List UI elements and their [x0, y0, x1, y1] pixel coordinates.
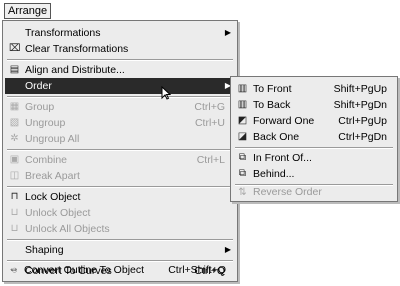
mouse-pointer-icon	[161, 86, 171, 100]
break-apart-icon: ◫	[9, 170, 20, 181]
forward-one-icon: ◩	[237, 115, 248, 126]
menu-item-transformations[interactable]: Transformations ▶	[5, 25, 235, 41]
submenu-item-forward-one[interactable]: ◩ Forward One Ctrl+PgUp	[233, 113, 395, 129]
menu-item-order[interactable]: Order ▶	[5, 78, 235, 94]
menu-item-break-apart[interactable]: ◫ Break Apart	[5, 168, 235, 184]
arrange-menu: Transformations ▶ ⌧ Clear Transformation…	[2, 20, 238, 282]
menu-item-align-distribute[interactable]: ▤ Align and Distribute...	[5, 62, 235, 78]
reverse-order-icon: ⇅	[238, 187, 247, 198]
menu-item-group[interactable]: ▦ Group Ctrl+G	[5, 99, 235, 115]
menu-item-clear-transformations[interactable]: ⌧ Clear Transformations	[5, 41, 235, 57]
menu-item-lock-object[interactable]: ⊓ Lock Object	[5, 189, 235, 205]
align-icon: ▤	[9, 64, 20, 75]
separator	[235, 147, 393, 149]
clear-transform-icon: ⌧	[9, 43, 21, 54]
submenu-item-behind[interactable]: ⧉ Behind...	[233, 166, 395, 182]
menu-item-shaping[interactable]: Shaping ▶	[5, 242, 235, 258]
order-submenu: ▥ To Front Shift+PgUp ▥ To Back Shift+Pg…	[230, 76, 398, 202]
submenu-item-to-back[interactable]: ▥ To Back Shift+PgDn	[233, 97, 395, 113]
to-back-icon: ▥	[237, 99, 248, 110]
unlock-icon: ⊔	[10, 207, 19, 218]
in-front-of-icon: ⧉	[238, 152, 247, 163]
menu-item-ungroup-all[interactable]: ✲ Ungroup All	[5, 131, 235, 147]
submenu-item-to-front[interactable]: ▥ To Front Shift+PgUp	[233, 81, 395, 97]
menu-item-unlock-all-objects[interactable]: ⊔ Unlock All Objects	[5, 221, 235, 237]
submenu-arrow-icon: ▶	[224, 245, 231, 254]
menu-item-convert-outline-to-object[interactable]: ⇔ Convert Outline To Object Ctrl+Shift+Q	[4, 262, 234, 278]
separator	[7, 59, 233, 61]
unlock-all-icon: ⊔	[10, 223, 19, 234]
separator	[7, 96, 233, 98]
back-one-icon: ◪	[237, 131, 248, 142]
separator	[7, 239, 233, 241]
group-icon: ▦	[9, 101, 20, 112]
menu-item-combine[interactable]: ▣ Combine Ctrl+L	[5, 152, 235, 168]
ungroup-icon: ▧	[9, 117, 20, 128]
ungroup-all-icon: ✲	[10, 133, 19, 144]
submenu-item-in-front-of[interactable]: ⧉ In Front Of...	[233, 150, 395, 166]
combine-icon: ▣	[9, 154, 20, 165]
menu-arrange[interactable]: Arrange	[4, 3, 52, 19]
menu-bar: Arrange	[0, 0, 400, 20]
separator	[7, 186, 233, 188]
lock-icon: ⊓	[10, 191, 19, 202]
to-front-icon: ▥	[237, 83, 248, 94]
separator	[7, 149, 233, 151]
submenu-item-reverse-order[interactable]: ⇅ Reverse Order	[233, 185, 395, 199]
menu-item-unlock-object[interactable]: ⊔ Unlock Object	[5, 205, 235, 221]
behind-icon: ⧉	[238, 168, 247, 179]
menu-item-ungroup[interactable]: ▧ Ungroup Ctrl+U	[5, 115, 235, 131]
convert-outline-icon: ⇔	[8, 264, 19, 275]
submenu-arrow-icon: ▶	[224, 28, 231, 37]
submenu-item-back-one[interactable]: ◪ Back One Ctrl+PgDn	[233, 129, 395, 145]
